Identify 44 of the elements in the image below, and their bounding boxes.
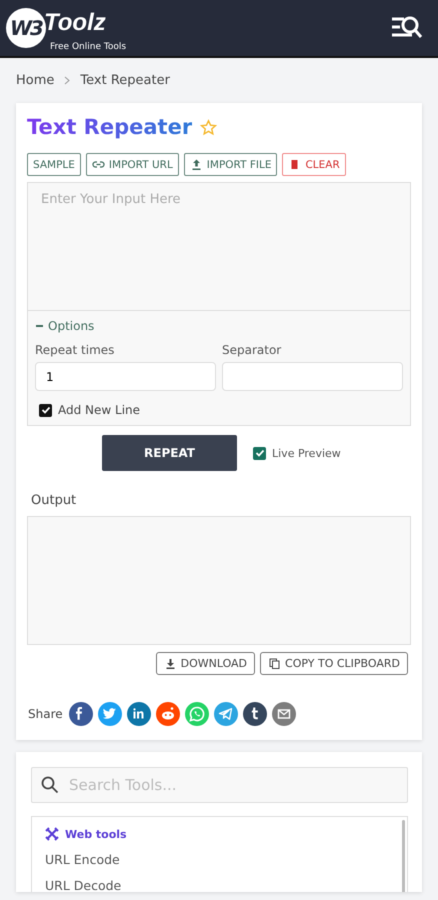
sample-button[interactable]: SAMPLE bbox=[27, 153, 81, 176]
facebook-icon[interactable] bbox=[68, 702, 93, 726]
field-label: Repeat times bbox=[35, 343, 116, 357]
checkbox[interactable] bbox=[39, 404, 52, 416]
checkbox[interactable] bbox=[253, 446, 266, 460]
star-icon[interactable] bbox=[200, 118, 218, 136]
chevron-icon bbox=[64, 76, 70, 85]
copy-button[interactable]: COPY TO CLIPBOARD bbox=[260, 652, 408, 675]
clear-button[interactable]: CLEAR bbox=[282, 153, 346, 176]
tumblr-icon[interactable] bbox=[242, 702, 267, 726]
menu-search-icon[interactable] bbox=[390, 15, 424, 41]
field-label: Separator bbox=[222, 343, 282, 357]
checkbox-label: Add New Line bbox=[58, 403, 140, 417]
linkedin-icon[interactable] bbox=[126, 702, 151, 726]
import-url-button[interactable]: IMPORT URL bbox=[86, 153, 179, 176]
tagline: Free Online Tools bbox=[50, 42, 126, 52]
breadcrumb-link[interactable]: Home bbox=[16, 73, 54, 88]
copy-icon bbox=[268, 657, 282, 670]
repeat-button[interactable]: REPEAT bbox=[102, 435, 237, 471]
search-icon bbox=[41, 776, 59, 794]
envelope-icon[interactable] bbox=[272, 702, 296, 726]
search-field[interactable]: Search Tools... bbox=[31, 767, 408, 803]
upload-icon bbox=[190, 158, 203, 171]
tool-link[interactable]: URL Encode bbox=[45, 852, 397, 867]
checkbox-label: Live Preview bbox=[272, 446, 341, 460]
reddit-icon[interactable] bbox=[156, 702, 180, 726]
paper-plane-icon[interactable] bbox=[214, 702, 238, 726]
share-label: Share bbox=[28, 707, 63, 721]
download-icon bbox=[164, 657, 177, 670]
input-field[interactable]: Enter Your Input Here bbox=[27, 182, 411, 311]
logo-name: Toolz bbox=[44, 9, 106, 37]
import-file-button[interactable]: IMPORT FILE bbox=[184, 153, 278, 176]
output-label: Output bbox=[31, 493, 78, 508]
tools-icon bbox=[45, 827, 59, 841]
tool-link[interactable]: URL Decode bbox=[45, 878, 397, 892]
logo-mark: W3 bbox=[6, 8, 46, 48]
bird-icon[interactable] bbox=[98, 702, 122, 726]
repeat-times-field[interactable]: 1 bbox=[35, 362, 216, 391]
breadcrumb-current: Text Repeater bbox=[80, 73, 170, 88]
download-button[interactable]: DOWNLOAD bbox=[156, 652, 256, 675]
scrollbar[interactable] bbox=[402, 820, 405, 892]
options-toggle[interactable]: Options bbox=[36, 319, 403, 333]
category-label: Web tools bbox=[65, 828, 127, 840]
phone-bubble-icon[interactable] bbox=[184, 702, 209, 726]
